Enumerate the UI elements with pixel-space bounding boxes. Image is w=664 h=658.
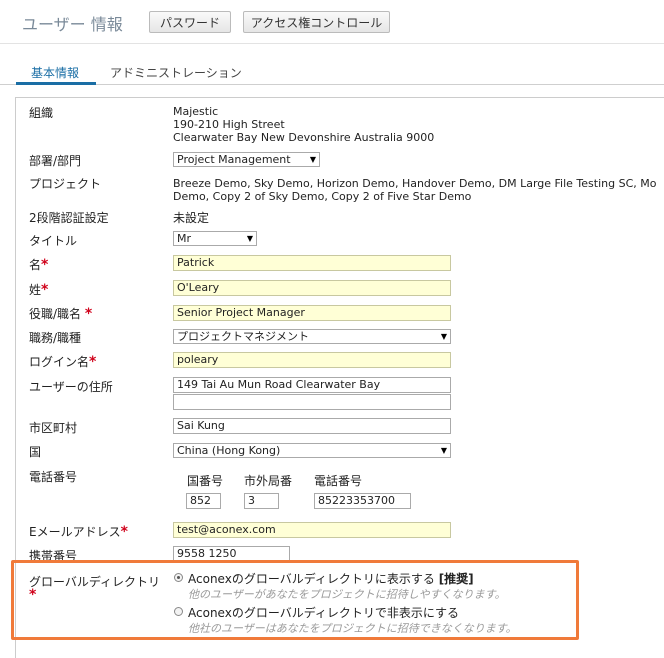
required-mark: * <box>84 306 93 322</box>
access-control-button[interactable]: アクセス権コントロール <box>243 11 390 33</box>
phone-number-label: 電話番号 <box>314 474 363 488</box>
last-name-label: 姓* <box>29 282 49 298</box>
phone-area-code-label: 市外局番 <box>244 474 293 488</box>
chevron-down-icon: ▼ <box>309 155 316 164</box>
header-divider <box>0 43 664 44</box>
phone-label: 電話番号 <box>29 470 78 484</box>
chevron-down-icon: ▼ <box>440 332 447 341</box>
recommended-badge: [推奨] <box>438 572 474 586</box>
country-select-value: China (Hong Kong) <box>177 444 281 457</box>
directory-hide-radio[interactable] <box>174 607 183 616</box>
phone-country-code-input[interactable]: 852 <box>186 493 221 509</box>
org-city: Clearwater Bay New Devonshire Australia … <box>173 131 435 144</box>
tab-basic-info[interactable]: 基本情報 <box>31 64 79 81</box>
required-mark: * <box>89 354 97 370</box>
org-label: 組織 <box>29 106 54 120</box>
twofa-label: 2段階認証設定 <box>29 211 109 225</box>
dept-select[interactable]: Project Management ▼ <box>173 152 320 167</box>
page-title: ユーザー 情報 <box>22 15 123 34</box>
email-input[interactable]: test@aconex.com <box>173 522 451 538</box>
password-button[interactable]: パスワード <box>149 11 231 33</box>
project-list-line1: Breeze Demo, Sky Demo, Horizon Demo, Han… <box>173 177 657 190</box>
phone-number-input[interactable]: 85223353700 <box>314 493 411 509</box>
job-title-input[interactable]: Senior Project Manager <box>173 305 451 321</box>
job-type-label: 職務/職種 <box>29 331 82 345</box>
honorific-label: タイトル <box>29 234 78 248</box>
country-label: 国 <box>29 445 42 459</box>
org-name: Majestic <box>173 105 219 118</box>
phone-country-code-label: 国番号 <box>187 474 224 488</box>
tab-administration[interactable]: アドミニストレーション <box>110 64 242 81</box>
first-name-label: 名* <box>29 257 49 273</box>
tabs-divider <box>0 84 664 85</box>
country-select[interactable]: China (Hong Kong) ▼ <box>173 443 451 458</box>
phone-area-code-input[interactable]: 3 <box>244 493 279 509</box>
active-tab-indicator <box>16 82 96 85</box>
twofa-value: 未設定 <box>173 211 210 225</box>
directory-hide-option[interactable]: Aconexのグローバルディレクトリで非表示にする <box>188 604 459 621</box>
directory-hide-hint: 他社のユーザーはあなたをプロジェクトに招待できなくなります。 <box>188 622 517 635</box>
job-type-select[interactable]: プロジェクトマネジメント ▼ <box>173 329 451 344</box>
login-input[interactable]: poleary <box>173 352 451 368</box>
dept-select-value: Project Management <box>177 153 291 166</box>
honorific-select[interactable]: Mr ▼ <box>173 231 257 246</box>
login-label: ログイン名* <box>29 354 97 370</box>
directory-show-hint: 他のユーザーがあなたをプロジェクトに招待しやすくなります。 <box>188 588 506 601</box>
last-name-input[interactable]: O'Leary <box>173 280 451 296</box>
chevron-down-icon: ▼ <box>440 446 447 455</box>
chevron-down-icon: ▼ <box>246 234 253 243</box>
honorific-select-value: Mr <box>177 232 192 245</box>
city-label: 市区町村 <box>29 421 78 435</box>
project-list-line2: Demo, Copy 2 of Sky Demo, Copy 2 of Five… <box>173 190 472 203</box>
first-name-input[interactable]: Patrick <box>173 255 451 271</box>
required-mark: * <box>29 587 37 603</box>
email-label: Eメールアドレス* <box>29 524 128 540</box>
directory-show-option[interactable]: Aconexのグローバルディレクトリに表示する [推奨] <box>188 570 474 587</box>
required-mark: * <box>120 524 128 540</box>
directory-label: グローバルディレクトリ <box>29 575 161 589</box>
org-street: 190-210 High Street <box>173 118 285 131</box>
address-line1-input[interactable]: 149 Tai Au Mun Road Clearwater Bay <box>173 377 451 393</box>
project-label: プロジェクト <box>29 177 102 191</box>
job-type-select-value: プロジェクトマネジメント <box>177 330 309 343</box>
address-line2-input[interactable] <box>173 394 451 410</box>
city-input[interactable]: Sai Kung <box>173 418 451 434</box>
address-label: ユーザーの住所 <box>29 380 113 394</box>
directory-show-radio[interactable] <box>174 573 183 582</box>
dept-label: 部署/部門 <box>29 154 82 168</box>
required-mark: * <box>41 282 49 298</box>
required-mark: * <box>41 257 49 273</box>
job-title-label: 役職/職名 * <box>29 306 93 322</box>
